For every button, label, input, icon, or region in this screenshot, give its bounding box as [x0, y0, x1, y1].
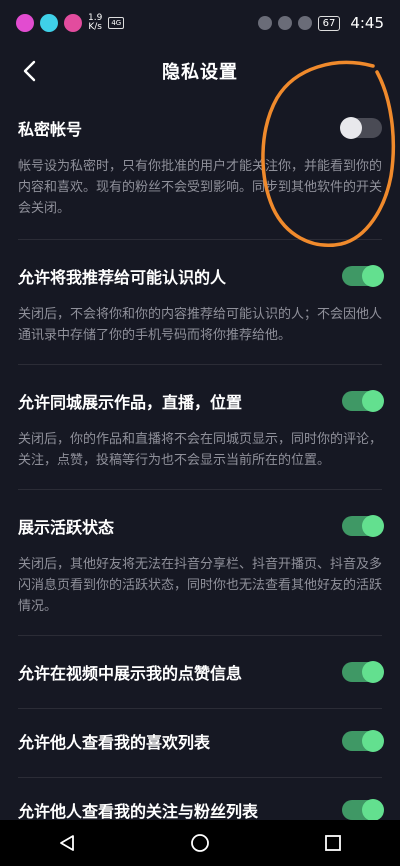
- setting-label: 展示活跃状态: [18, 518, 115, 537]
- setting-label: 允许在视频中展示我的点赞信息: [18, 664, 243, 683]
- setting-recommend-to-contacts: 允许将我推荐给可能认识的人 关闭后，不会将你和你的内容推荐给可能认识的人；不会因…: [0, 248, 400, 346]
- status-bar: 1.9 K/s 4G 67 4:45: [0, 0, 400, 46]
- divider: [18, 708, 382, 709]
- toggle-knob: [362, 265, 384, 287]
- square-recents-icon: [325, 835, 342, 851]
- net-speed-unit: K/s: [88, 22, 102, 32]
- circle-home-icon: [191, 834, 209, 852]
- setting-label: 允许将我推荐给可能认识的人: [18, 268, 227, 287]
- divider: [18, 777, 382, 778]
- eye-comfort-icon: [257, 16, 272, 30]
- divider: [18, 635, 382, 636]
- chevron-left-icon: [23, 60, 36, 82]
- setting-same-city: 允许同城展示作品，直播，位置 关闭后，你的作品和直播将不会在同城页显示，同时你的…: [0, 373, 400, 471]
- private-account-toggle[interactable]: [340, 117, 382, 139]
- setting-description: 关闭后，你的作品和直播将不会在同城页显示，同时你的评论，关注，点赞，投稿等行为也…: [18, 432, 383, 468]
- header: 隐私设置: [0, 46, 400, 96]
- nav-back-button[interactable]: [47, 823, 87, 863]
- divider: [18, 364, 382, 365]
- divider: [18, 239, 382, 240]
- setting-active-status: 展示活跃状态 关闭后，其他好友将无法在抖音分享栏、抖音开播页、抖音及多闪消息页看…: [0, 498, 400, 617]
- app-notification-icon: [40, 14, 58, 32]
- setting-description: 帐号设为私密时，只有你批准的用户才能关注你，并能看到你的内容和喜欢。现有的粉丝不…: [18, 159, 383, 216]
- system-nav-bar: [0, 820, 400, 866]
- setting-description: 关闭后，其他好友将无法在抖音分享栏、抖音开播页、抖音及多闪消息页看到你的活跃状态…: [18, 557, 383, 614]
- network-type-icon: 4G: [108, 17, 125, 29]
- page-title: 隐私设置: [162, 62, 238, 83]
- net-speed: 1.9 K/s: [88, 14, 102, 32]
- toggle-knob: [362, 390, 384, 412]
- toggle-knob: [362, 799, 384, 821]
- battery-indicator: 67: [317, 15, 341, 31]
- same-city-toggle[interactable]: [342, 390, 384, 412]
- show-likes-toggle[interactable]: [342, 661, 384, 683]
- mute-icon: [297, 16, 312, 30]
- follow-list-toggle[interactable]: [342, 799, 384, 821]
- setting-show-likes-in-video: 允许在视频中展示我的点赞信息: [0, 644, 400, 700]
- app-notification-icon: [16, 14, 34, 32]
- setting-label: 允许他人查看我的关注与粉丝列表: [18, 802, 259, 821]
- triangle-back-icon: [59, 835, 74, 851]
- toggle-knob: [362, 730, 384, 752]
- app-notification-icon: [64, 14, 82, 32]
- nav-recents-button[interactable]: [313, 823, 353, 863]
- toggle-knob: [362, 515, 384, 537]
- recommend-toggle[interactable]: [342, 265, 384, 287]
- setting-description: 关闭后，不会将你和你的内容推荐给可能认识的人；不会因他人通讯录中存储了你的手机号…: [18, 307, 383, 343]
- setting-private-account: 私密帐号 帐号设为私密时，只有你批准的用户才能关注你，并能看到你的内容和喜欢。现…: [0, 100, 400, 219]
- setting-likes-list: 允许他人查看我的喜欢列表: [0, 713, 400, 769]
- divider: [18, 489, 382, 490]
- setting-label: 允许同城展示作品，直播，位置: [18, 393, 243, 412]
- status-right: 67 4:45: [257, 14, 384, 32]
- settings-list: 私密帐号 帐号设为私密时，只有你批准的用户才能关注你，并能看到你的内容和喜欢。现…: [0, 100, 400, 838]
- toggle-knob: [340, 117, 362, 139]
- clock: 4:45: [350, 14, 384, 32]
- setting-label: 私密帐号: [18, 120, 83, 139]
- likes-list-toggle[interactable]: [342, 730, 384, 752]
- active-status-toggle[interactable]: [342, 515, 384, 537]
- nav-home-button[interactable]: [180, 823, 220, 863]
- setting-label: 允许他人查看我的喜欢列表: [18, 733, 211, 752]
- status-left: 1.9 K/s 4G: [16, 14, 125, 32]
- back-button[interactable]: [16, 58, 42, 84]
- toggle-knob: [362, 661, 384, 683]
- moon-icon: [277, 16, 292, 30]
